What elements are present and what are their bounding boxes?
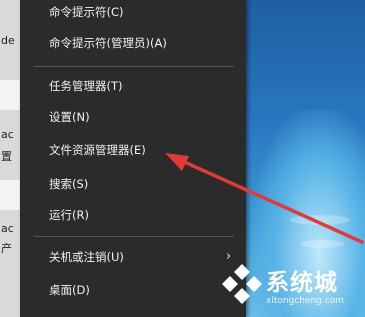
arrow-head — [165, 153, 189, 171]
arrow-shaft — [178, 158, 364, 244]
watermark-logo: 系统城 xitongcheng.com — [218, 258, 365, 317]
diamond-logo-icon — [222, 264, 262, 304]
watermark-title: 系统城 — [266, 270, 338, 296]
watermark-url: xitongcheng.com — [266, 296, 344, 306]
